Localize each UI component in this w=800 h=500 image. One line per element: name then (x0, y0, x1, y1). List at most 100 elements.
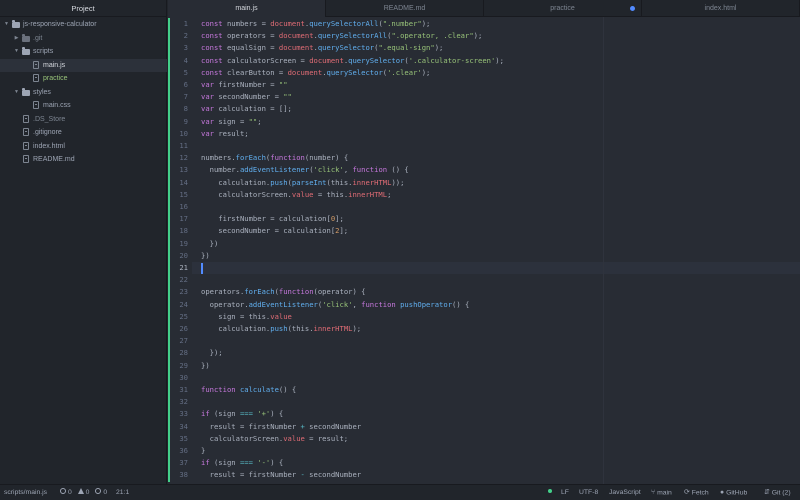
code-token: }); (201, 348, 223, 358)
tab-label: README.md (383, 5, 426, 12)
modified-indicator-icon (630, 6, 635, 11)
code-token: querySelector (317, 43, 375, 53)
code-token: numbers (201, 153, 232, 163)
tree-view-panel: Project ▼ js-responsive-calculator ▶ .git ▼ s… (0, 0, 167, 484)
info-icon (95, 488, 102, 495)
code-line[interactable]: numbers.forEach(function(number) { (201, 152, 348, 164)
chevron-down-icon[interactable]: ▼ (13, 45, 20, 58)
code-line[interactable]: result = firstNumber + secondNumber (201, 421, 361, 433)
code-line[interactable]: const operators = document.querySelector… (201, 30, 482, 42)
tree-folder-git[interactable]: ▶ .git (0, 32, 167, 45)
tree-item-label: styles (33, 88, 51, 96)
code-line[interactable]: const equalSign = document.querySelector… (201, 42, 443, 54)
tree-file-main-js[interactable]: main.js (0, 58, 167, 72)
line-number: 20 (179, 250, 188, 260)
code-token: document (270, 19, 305, 28)
code-token: ) { (270, 409, 284, 419)
diagnostics-summary[interactable]: 0 0 0 (60, 485, 107, 500)
code-token: = (265, 80, 279, 89)
tree-file-practice[interactable]: practice (0, 72, 167, 85)
line-number: 3 (183, 43, 188, 53)
code-token: querySelector (326, 67, 383, 77)
code-line[interactable]: var secondNumber = "" (201, 91, 292, 103)
folder-icon (22, 33, 30, 42)
code-line[interactable]: sign = this.value (201, 311, 292, 323)
folder-icon (22, 87, 30, 96)
fetch-button[interactable]: ⟳ Fetch (684, 485, 709, 500)
code-token: value (283, 433, 305, 443)
tree-file-gitignore[interactable]: .gitignore (0, 126, 167, 139)
chevron-right-icon[interactable]: ▶ (13, 32, 20, 45)
line-number: 22 (179, 275, 188, 285)
code-line[interactable]: } (201, 445, 205, 457)
code-token: querySelectorAll (309, 19, 379, 28)
line-number: 31 (179, 385, 188, 394)
tree-item-label: .DS_Store (33, 115, 66, 123)
tab-main-js[interactable]: main.js (168, 0, 326, 17)
branch-selector[interactable]: ⑂ main (651, 485, 672, 500)
code-token: secondNumber (304, 421, 362, 431)
code-line[interactable]: var result; (201, 128, 249, 140)
code-line[interactable]: function calculate() { (201, 384, 296, 396)
code-token: )); (391, 177, 405, 187)
tree-folder-styles[interactable]: ▼ styles (0, 86, 167, 99)
code-token: value (270, 311, 292, 321)
code-line[interactable]: result = firstNumber - secondNumber (201, 469, 361, 481)
code-line[interactable]: const numbers = document.querySelectorAl… (201, 18, 430, 30)
chevron-down-icon[interactable]: ▼ (13, 86, 20, 99)
line-ending-selector[interactable]: LF (561, 485, 569, 500)
code-line[interactable]: }) (201, 238, 219, 250)
tree-file-readme-md[interactable]: README.md (0, 153, 167, 166)
code-token: }) (201, 360, 210, 370)
code-line[interactable]: secondNumber = calculation[2]; (201, 225, 348, 237)
code-token: function (278, 287, 314, 297)
code-line[interactable]: }); (201, 347, 223, 359)
tree-file-main-css[interactable]: main.css (0, 99, 167, 112)
code-line[interactable]: }) (201, 360, 210, 372)
code-line[interactable]: number.addEventListener('click', functio… (201, 164, 409, 176)
code-line[interactable]: }) (201, 250, 210, 262)
github-button[interactable]: ● GitHub (720, 485, 747, 500)
code-token: (sign (213, 458, 240, 468)
code-line[interactable]: var firstNumber = "" (201, 79, 288, 91)
code-line[interactable]: const clearButton = document.querySelect… (201, 67, 430, 79)
code-token: "" (283, 92, 292, 102)
code-line[interactable]: calculatorScreen.value = result; (201, 433, 349, 445)
tree-file-ds-store[interactable]: .DS_Store (0, 113, 167, 126)
status-file-path[interactable]: scripts/main.js (4, 485, 47, 500)
code-line[interactable]: if (sign === '+') { (201, 408, 283, 420)
code-line[interactable]: firstNumber = calculation[0]; (201, 213, 344, 225)
code-line[interactable]: var sign = ""; (201, 116, 262, 128)
code-token: addEventListener (239, 165, 310, 175)
encoding-selector[interactable]: UTF-8 (579, 485, 598, 500)
git-panel-button[interactable]: ⇵ Git (2) (764, 485, 791, 500)
code-line[interactable]: const calculatorScreen = document.queryS… (201, 55, 504, 67)
code-token: this (330, 177, 349, 187)
chevron-down-icon[interactable]: ▼ (3, 18, 10, 31)
code-token: === (239, 458, 253, 468)
tree-folder-scripts[interactable]: ▼ scripts (0, 45, 167, 58)
code-line[interactable]: calculatorScreen.value = this.innerHTML; (201, 189, 391, 201)
code-token: ); (495, 55, 504, 65)
code-line[interactable]: operator.addEventListener('click', funct… (201, 299, 470, 311)
tab-index-html[interactable]: index.html (642, 0, 800, 17)
text-editor[interactable]: 1 2 3 4 5 6 7 8 9 10 11 12 13 14 15 16 17 18 19 20 21 22 23 24 2… (168, 17, 800, 484)
line-number: 18 (179, 226, 188, 236)
tree-item-label: .gitignore (33, 129, 62, 136)
code-line[interactable]: if (sign === '-') { (201, 457, 283, 469)
code-line[interactable]: calculation.push(this.innerHTML); (201, 323, 361, 335)
code-line[interactable]: calculation.push(parseInt(this.innerHTML… (201, 177, 404, 189)
tree-item-label: index.html (33, 142, 65, 150)
tree-file-index-html[interactable]: index.html (0, 140, 167, 153)
code-token: '.calculator-screen' (408, 55, 496, 65)
code-token: sign = (201, 311, 249, 321)
tree-root-js-responsive-calculator[interactable]: ▼ js-responsive-calculator (0, 18, 167, 31)
tab-practice[interactable]: practice (484, 0, 642, 17)
file-icon (22, 114, 30, 123)
tab-readme-md[interactable]: README.md (326, 0, 484, 17)
grammar-selector[interactable]: JavaScript (609, 485, 641, 500)
code-line[interactable]: operators.forEach(function(operator) { (201, 286, 365, 298)
code-line[interactable]: var calculation = []; (201, 103, 292, 115)
cursor-position[interactable]: 21:1 (116, 485, 129, 500)
code-token: function (201, 385, 240, 394)
